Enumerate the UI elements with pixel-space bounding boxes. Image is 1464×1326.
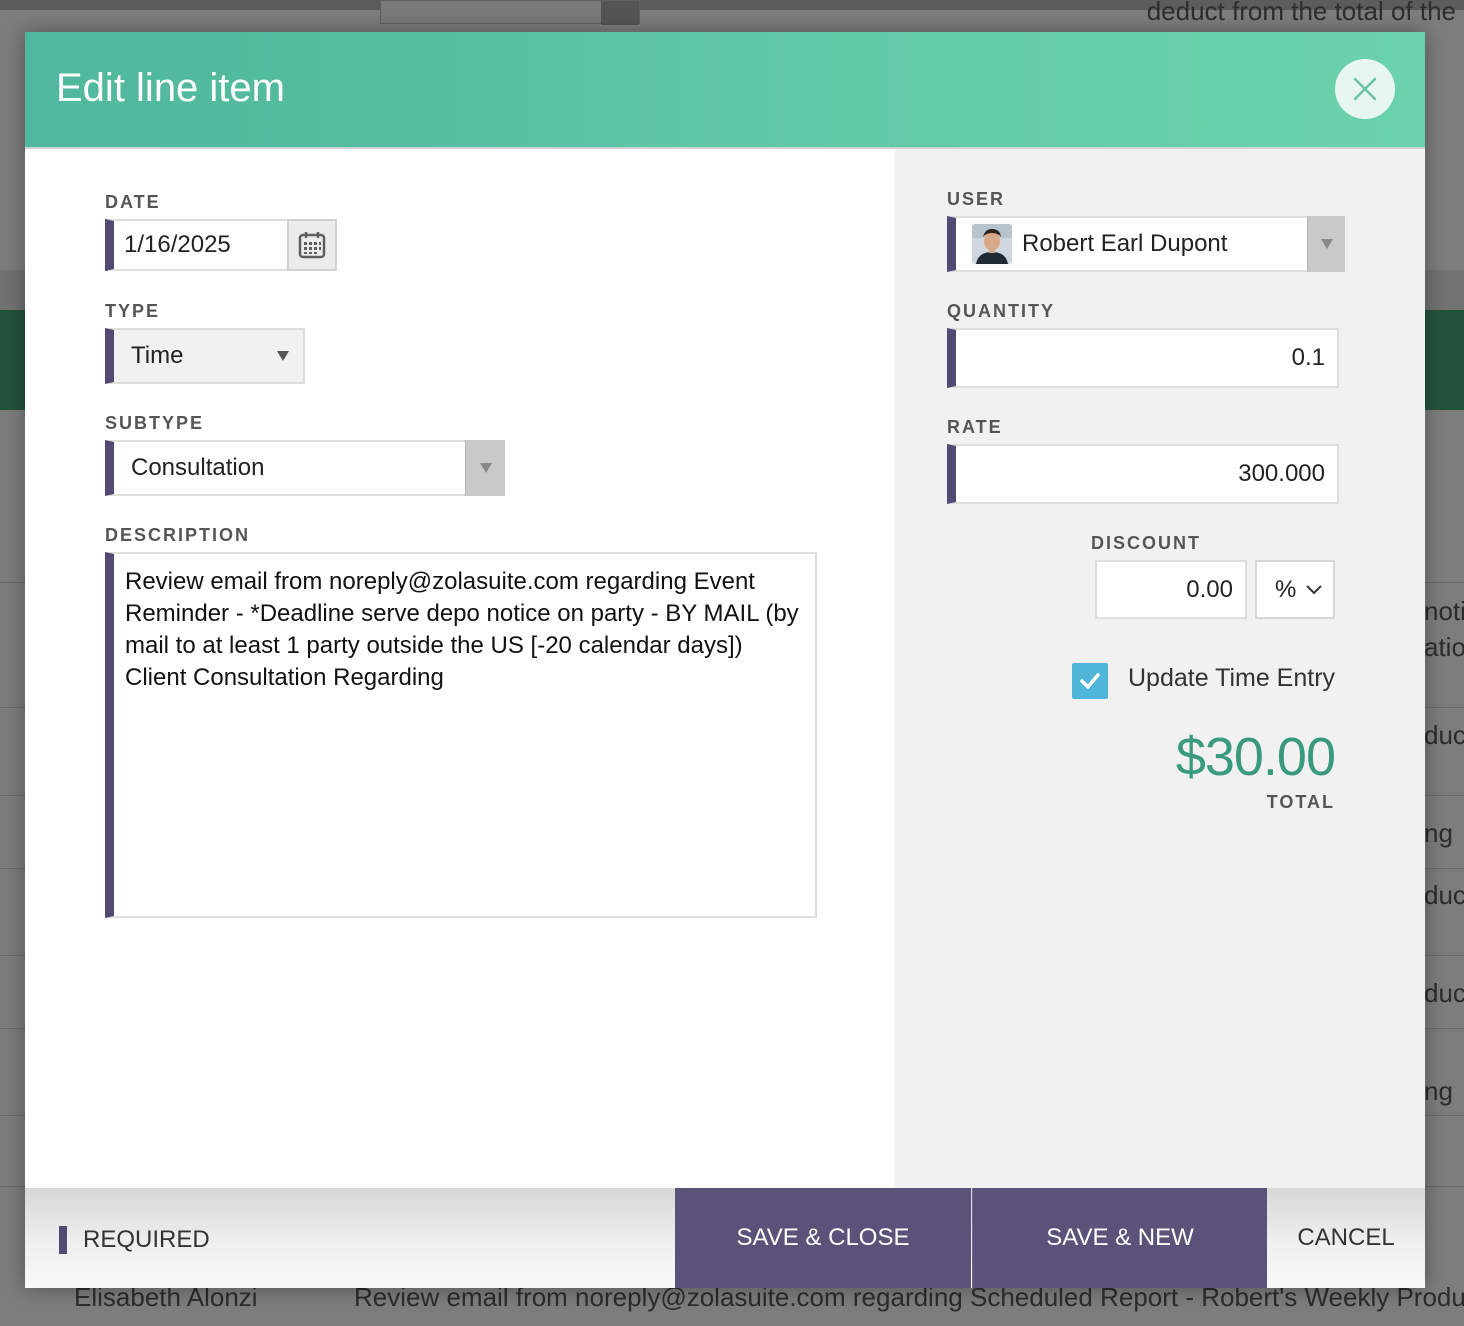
total-label: TOTAL bbox=[1266, 792, 1335, 812]
subtype-value: Consultation bbox=[131, 454, 265, 481]
rate-label: RATE bbox=[947, 417, 1003, 437]
update-time-entry-checkbox[interactable] bbox=[1072, 663, 1108, 699]
discount-value[interactable]: 0.00 bbox=[1186, 576, 1245, 604]
left-pane: DATE 1/16/2025 TYPE Time SUBTYPE Consult… bbox=[25, 149, 895, 1188]
discount-unit-select[interactable]: % bbox=[1255, 560, 1335, 619]
type-value: Time bbox=[131, 342, 184, 369]
background-bottom-row: Elisabeth Alonzi Review email from norep… bbox=[0, 1282, 1464, 1326]
cancel-button[interactable]: CANCEL bbox=[1267, 1188, 1425, 1288]
background-top-text: deduct from the total of the bbox=[1146, 0, 1456, 26]
save-new-button[interactable]: SAVE & NEW bbox=[972, 1188, 1267, 1288]
background-row-fragment: ation bbox=[1424, 632, 1464, 662]
calendar-icon bbox=[298, 232, 326, 259]
modal-title: Edit line item bbox=[56, 66, 285, 110]
description-value[interactable]: Review email from noreply@zolasuite.com … bbox=[114, 554, 815, 694]
update-time-entry-label[interactable]: Update Time Entry bbox=[1128, 664, 1335, 693]
caret-down-icon bbox=[479, 463, 492, 473]
quantity-field[interactable]: 0.1 bbox=[947, 328, 1339, 388]
background-input bbox=[380, 0, 640, 25]
total-amount: $30.00 bbox=[1175, 727, 1336, 787]
user-dropdown-button[interactable] bbox=[1307, 216, 1345, 272]
calendar-button[interactable] bbox=[287, 219, 337, 271]
rate-field[interactable]: 300.000 bbox=[947, 444, 1339, 504]
subtype-dropdown-button[interactable] bbox=[465, 440, 505, 496]
discount-unit-value: % bbox=[1275, 575, 1297, 603]
date-field[interactable]: 1/16/2025 bbox=[105, 219, 337, 271]
subtype-select[interactable]: Consultation bbox=[105, 440, 505, 496]
quantity-label: QUANTITY bbox=[947, 301, 1055, 321]
date-label: DATE bbox=[105, 192, 161, 212]
type-label: TYPE bbox=[105, 301, 161, 321]
user-select[interactable]: Robert Earl Dupont bbox=[947, 216, 1345, 272]
user-avatar bbox=[972, 224, 1012, 264]
background-row-fragment: duc bbox=[1424, 880, 1464, 910]
background-row-fragment: notic bbox=[1424, 596, 1464, 626]
description-label: DESCRIPTION bbox=[105, 525, 251, 545]
background-row-fragment: duc bbox=[1424, 978, 1464, 1008]
type-select[interactable]: Time bbox=[105, 328, 305, 384]
close-button[interactable] bbox=[1335, 59, 1395, 119]
edit-line-item-modal: Edit line item DATE 1/16/2025 TYPE Time … bbox=[25, 32, 1425, 1288]
date-value[interactable]: 1/16/2025 bbox=[114, 231, 231, 259]
rate-value[interactable]: 300.000 bbox=[1238, 460, 1337, 488]
save-close-button[interactable]: SAVE & CLOSE bbox=[675, 1188, 971, 1288]
user-label: USER bbox=[947, 189, 1006, 209]
discount-field[interactable]: 0.00 bbox=[1095, 560, 1247, 619]
required-label: REQUIRED bbox=[83, 1226, 210, 1253]
background-row-fragment: ng bbox=[1424, 1076, 1453, 1106]
discount-label: DISCOUNT bbox=[1091, 533, 1201, 553]
modal-footer: REQUIRED SAVE & CLOSE SAVE & NEW CANCEL bbox=[25, 1188, 1425, 1288]
caret-down-icon bbox=[277, 351, 289, 361]
chevron-down-icon bbox=[1306, 585, 1322, 595]
required-indicator bbox=[59, 1226, 67, 1254]
description-textarea[interactable]: Review email from noreply@zolasuite.com … bbox=[105, 552, 817, 918]
caret-down-icon bbox=[1320, 239, 1333, 249]
background-row-fragment: ng bbox=[1424, 818, 1453, 848]
modal-header: Edit line item bbox=[25, 32, 1425, 149]
background-row-fragment: duc bbox=[1424, 720, 1464, 750]
checkmark-icon bbox=[1080, 673, 1100, 689]
right-pane: USER Robert Earl Dupont QUANTITY 0.1 RAT… bbox=[895, 149, 1425, 1188]
quantity-value[interactable]: 0.1 bbox=[1292, 344, 1337, 372]
user-value: Robert Earl Dupont bbox=[1022, 230, 1228, 257]
subtype-label: SUBTYPE bbox=[105, 413, 205, 433]
close-icon bbox=[1353, 77, 1377, 101]
